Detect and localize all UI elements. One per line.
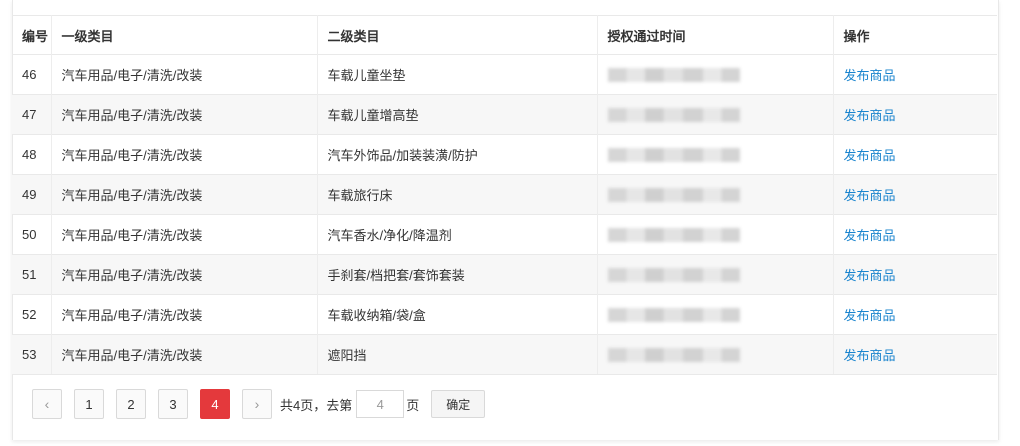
cell-id: 47	[12, 94, 52, 135]
cell-id: 50	[12, 214, 52, 255]
total-pages-text: 共4页，去第	[280, 397, 353, 413]
cell-category1: 汽车用品/电子/清洗/改装	[51, 294, 318, 335]
publish-product-link[interactable]: 发布商品	[844, 188, 896, 203]
cell-id: 48	[12, 134, 52, 175]
table-row: 50 汽车用品/电子/清洗/改装 汽车香水/净化/降温剂 发布商品	[12, 214, 997, 255]
page-button-2[interactable]: 2	[116, 389, 146, 419]
page-button-1[interactable]: 1	[74, 389, 104, 419]
authorized-categories-table: 编号 一级类目 二级类目 授权通过时间 操作 46 汽车用品/电子/清洗/改装 车载…	[12, 15, 997, 375]
cell-category2: 车载儿童增高垫	[317, 94, 598, 135]
cell-auth-time-redacted	[597, 254, 834, 295]
chevron-right-icon[interactable]: ›	[242, 389, 272, 419]
cell-id: 52	[12, 294, 52, 335]
publish-product-link[interactable]: 发布商品	[844, 308, 896, 323]
page-suffix-text: 页	[406, 397, 420, 413]
header-action: 操作	[833, 15, 997, 55]
redacted-time	[607, 308, 740, 323]
header-auth-time: 授权通过时间	[597, 15, 834, 55]
cell-action: 发布商品	[833, 214, 997, 255]
publish-product-link[interactable]: 发布商品	[844, 148, 896, 163]
cell-action: 发布商品	[833, 134, 997, 175]
table-row: 52 汽车用品/电子/清洗/改装 车载收纳箱/袋/盒 发布商品	[12, 294, 997, 335]
header-category1: 一级类目	[51, 15, 318, 55]
table-row: 48 汽车用品/电子/清洗/改装 汽车外饰品/加装装潢/防护 发布商品	[12, 134, 997, 175]
publish-product-link[interactable]: 发布商品	[844, 108, 896, 123]
cell-category2: 汽车外饰品/加装装潢/防护	[317, 134, 598, 175]
cell-category2: 手刹套/档把套/套饰套装	[317, 254, 598, 295]
pagination: ‹ 1 2 3 4 › 共4页，去第 页 确定	[32, 388, 486, 420]
redacted-time	[607, 348, 740, 363]
cell-id: 49	[12, 174, 52, 215]
cell-action: 发布商品	[833, 94, 997, 135]
redacted-time	[607, 188, 740, 203]
publish-product-link[interactable]: 发布商品	[844, 348, 896, 363]
cell-category2: 汽车香水/净化/降温剂	[317, 214, 598, 255]
cell-category1: 汽车用品/电子/清洗/改装	[51, 54, 318, 95]
redacted-time	[607, 68, 740, 83]
cell-category1: 汽车用品/电子/清洗/改装	[51, 214, 318, 255]
header-category2: 二级类目	[317, 15, 598, 55]
cell-action: 发布商品	[833, 254, 997, 295]
table-row: 47 汽车用品/电子/清洗/改装 车载儿童增高垫 发布商品	[12, 94, 997, 135]
cell-category1: 汽车用品/电子/清洗/改装	[51, 334, 318, 375]
cell-auth-time-redacted	[597, 334, 834, 375]
cell-category1: 汽车用品/电子/清洗/改装	[51, 174, 318, 215]
cell-category2: 遮阳挡	[317, 334, 598, 375]
cell-category1: 汽车用品/电子/清洗/改装	[51, 134, 318, 175]
cell-auth-time-redacted	[597, 94, 834, 135]
table-row: 49 汽车用品/电子/清洗/改装 车载旅行床 发布商品	[12, 174, 997, 215]
cell-auth-time-redacted	[597, 174, 834, 215]
cell-action: 发布商品	[833, 174, 997, 215]
table-row: 51 汽车用品/电子/清洗/改装 手刹套/档把套/套饰套装 发布商品	[12, 254, 997, 295]
cell-id: 46	[12, 54, 52, 95]
redacted-time	[607, 268, 740, 283]
redacted-time	[607, 108, 740, 123]
cell-auth-time-redacted	[597, 294, 834, 335]
cell-action: 发布商品	[833, 294, 997, 335]
cell-action: 发布商品	[833, 54, 997, 95]
cell-auth-time-redacted	[597, 134, 834, 175]
chevron-left-icon[interactable]: ‹	[32, 389, 62, 419]
publish-product-link[interactable]: 发布商品	[844, 68, 896, 83]
cell-category2: 车载儿童坐垫	[317, 54, 598, 95]
publish-product-link[interactable]: 发布商品	[844, 228, 896, 243]
publish-product-link[interactable]: 发布商品	[844, 268, 896, 283]
table-header-row: 编号 一级类目 二级类目 授权通过时间 操作	[12, 15, 997, 55]
table-row: 46 汽车用品/电子/清洗/改装 车载儿童坐垫 发布商品	[12, 54, 997, 95]
cell-category1: 汽车用品/电子/清洗/改装	[51, 94, 318, 135]
page-button-3[interactable]: 3	[158, 389, 188, 419]
header-id: 编号	[12, 15, 52, 55]
cell-category1: 汽车用品/电子/清洗/改装	[51, 254, 318, 295]
cell-id: 53	[12, 334, 52, 375]
cell-category2: 车载收纳箱/袋/盒	[317, 294, 598, 335]
goto-confirm-button[interactable]: 确定	[431, 390, 486, 418]
cell-auth-time-redacted	[597, 214, 834, 255]
redacted-time	[607, 228, 740, 243]
cell-auth-time-redacted	[597, 54, 834, 95]
goto-page-input[interactable]	[356, 390, 405, 418]
cell-category2: 车载旅行床	[317, 174, 598, 215]
redacted-time	[607, 148, 740, 163]
page-button-4-current[interactable]: 4	[200, 389, 230, 419]
table-row: 53 汽车用品/电子/清洗/改装 遮阳挡 发布商品	[12, 334, 997, 375]
cell-id: 51	[12, 254, 52, 295]
cell-action: 发布商品	[833, 334, 997, 375]
